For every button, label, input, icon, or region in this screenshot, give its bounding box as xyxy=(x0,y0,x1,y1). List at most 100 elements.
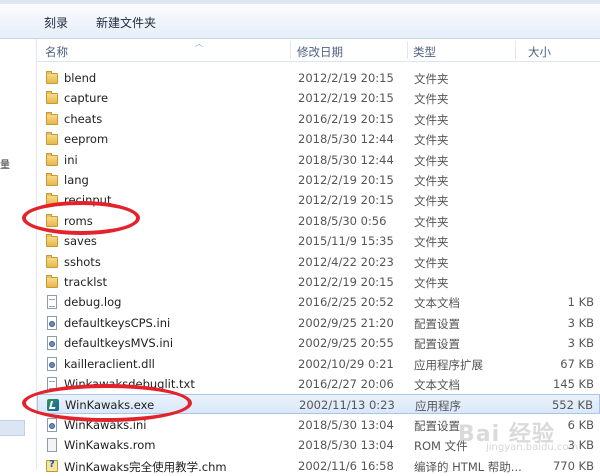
file-name: saves xyxy=(64,234,97,248)
file-name: WinKawaks完全使用教学.chm xyxy=(64,460,227,474)
file-type: 文件夹 xyxy=(414,174,449,188)
file-date: 2012/2/19 20:15 xyxy=(298,173,394,187)
folder-icon xyxy=(45,255,59,269)
folder-icon xyxy=(45,234,59,248)
file-name: ini xyxy=(64,153,78,167)
watermark-url: jingyan.baidu.com xyxy=(486,442,579,453)
file-row[interactable]: kailleraclient.dll 2002/10/29 0:21 应用程序扩展 6… xyxy=(37,354,600,374)
config-file-icon xyxy=(45,357,59,371)
file-date: 2012/2/19 20:15 xyxy=(298,91,394,105)
file-date: 2015/11/9 15:35 xyxy=(298,234,394,248)
nav-item-label: 量 xyxy=(0,160,10,171)
file-type: 文件夹 xyxy=(414,256,449,270)
file-name: defaultkeysMVS.ini xyxy=(64,336,174,350)
file-name: blend xyxy=(64,71,97,85)
column-size-header[interactable]: 大小 xyxy=(528,44,551,60)
folder-icon xyxy=(45,173,59,187)
file-size: 770 KB xyxy=(552,459,594,473)
file-date: 2012/4/22 20:23 xyxy=(298,255,394,269)
file-row[interactable]: lang 2012/2/19 20:15 文件夹 xyxy=(37,170,600,190)
file-type: 文本文档 xyxy=(414,378,460,392)
column-divider[interactable] xyxy=(515,41,516,59)
file-row[interactable]: eeprom 2018/5/30 12:44 文件夹 xyxy=(37,129,600,149)
file-row[interactable]: sshots 2012/4/22 20:23 文件夹 xyxy=(37,252,600,272)
file-type: 文件夹 xyxy=(414,92,449,106)
file-size: 3 KB xyxy=(567,336,594,350)
file-date: 2002/9/25 20:55 xyxy=(298,336,394,350)
file-date: 2002/9/25 21:20 xyxy=(298,316,394,330)
file-name: WinKawaks.rom xyxy=(64,438,156,452)
file-row[interactable]: debug.log 2016/2/25 20:52 文本文档 1 KB xyxy=(37,292,600,312)
column-divider[interactable] xyxy=(290,41,291,59)
file-type: 应用程序 xyxy=(415,399,461,413)
file-date: 2016/2/25 20:52 xyxy=(298,295,394,309)
annotation-circle-roms xyxy=(22,201,140,235)
column-header: ︿ 名称 修改日期 类型 大小 xyxy=(37,39,600,62)
file-size: 3 KB xyxy=(567,316,594,330)
file-row[interactable]: ini 2018/5/30 12:44 文件夹 xyxy=(37,150,600,170)
toolbar: 刻录 新建文件夹 xyxy=(0,4,600,39)
folder-icon xyxy=(45,112,59,126)
new-folder-button[interactable]: 新建文件夹 xyxy=(96,14,156,31)
file-date: 2012/2/19 20:15 xyxy=(298,71,394,85)
file-date: 2018/5/30 13:04 xyxy=(298,438,394,452)
folder-icon xyxy=(45,71,59,85)
file-date: 2018/5/30 0:56 xyxy=(298,214,387,228)
file-date: 2002/10/29 0:21 xyxy=(298,357,394,371)
file-type: 文件夹 xyxy=(414,194,449,208)
file-type: 文件夹 xyxy=(414,235,449,249)
file-size: 67 KB xyxy=(560,357,594,371)
file-type: 文件夹 xyxy=(414,215,449,229)
file-type: 配置设置 xyxy=(414,419,460,433)
file-name: debug.log xyxy=(64,295,122,309)
file-row[interactable]: cheats 2016/2/19 20:15 文件夹 xyxy=(37,109,600,129)
column-divider[interactable] xyxy=(407,41,408,59)
rom-file-icon xyxy=(45,438,59,452)
file-row[interactable]: blend 2012/2/19 20:15 文件夹 xyxy=(37,68,600,88)
file-row[interactable]: tracklst 2012/2/19 20:15 文件夹 xyxy=(37,272,600,292)
file-row[interactable]: saves 2015/11/9 15:35 文件夹 xyxy=(37,231,600,251)
file-row[interactable]: WinKawaks完全使用教学.chm 2002/11/6 16:58 编译的 HT… xyxy=(37,456,600,476)
file-size: 552 KB xyxy=(551,398,593,412)
file-date: 2016/2/27 20:06 xyxy=(298,377,394,391)
file-name: kailleraclient.dll xyxy=(64,357,155,371)
file-name: tracklst xyxy=(64,275,107,289)
column-type-header[interactable]: 类型 xyxy=(413,44,436,60)
column-name-header[interactable]: 名称 xyxy=(45,44,68,60)
file-date: 2002/11/13 0:23 xyxy=(299,398,395,412)
file-type: 编译的 HTML 帮助... xyxy=(414,460,522,474)
file-type: 文件夹 xyxy=(414,113,449,127)
nav-selected-item[interactable] xyxy=(0,420,25,436)
file-date: 2016/2/19 20:15 xyxy=(298,112,394,126)
file-type: 文本文档 xyxy=(414,296,460,310)
file-date: 2018/5/30 12:44 xyxy=(298,153,394,167)
file-row[interactable]: capture 2012/2/19 20:15 文件夹 xyxy=(37,88,600,108)
file-type: 配置设置 xyxy=(414,317,460,331)
file-type: 文件夹 xyxy=(414,276,449,290)
folder-icon xyxy=(45,275,59,289)
help-file-icon xyxy=(45,459,59,473)
config-file-icon xyxy=(45,418,59,432)
file-name: eeprom xyxy=(64,132,109,146)
file-name: sshots xyxy=(64,255,101,269)
file-type: 文件夹 xyxy=(414,72,449,86)
file-row[interactable]: defaultkeysCPS.ini 2002/9/25 21:20 配置设置 3 K… xyxy=(37,313,600,333)
file-type: 文件夹 xyxy=(414,133,449,147)
folder-icon xyxy=(45,153,59,167)
file-type: 应用程序扩展 xyxy=(414,358,483,372)
file-row[interactable]: defaultkeysMVS.ini 2002/9/25 20:55 配置设置 3 K… xyxy=(37,333,600,353)
config-file-icon xyxy=(45,336,59,350)
file-name: lang xyxy=(64,173,89,187)
file-size: 1 KB xyxy=(567,295,594,309)
file-name: capture xyxy=(64,91,109,105)
folder-icon xyxy=(45,132,59,146)
sort-up-icon: ︿ xyxy=(195,39,203,48)
folder-icon xyxy=(45,91,59,105)
column-date-header[interactable]: 修改日期 xyxy=(297,44,343,60)
file-name: cheats xyxy=(64,112,103,126)
burn-button[interactable]: 刻录 xyxy=(44,14,68,31)
file-date: 2012/2/19 20:15 xyxy=(298,275,394,289)
file-date: 2012/2/19 20:15 xyxy=(298,193,394,207)
file-type: 文件夹 xyxy=(414,154,449,168)
file-size: 6 KB xyxy=(567,418,594,432)
